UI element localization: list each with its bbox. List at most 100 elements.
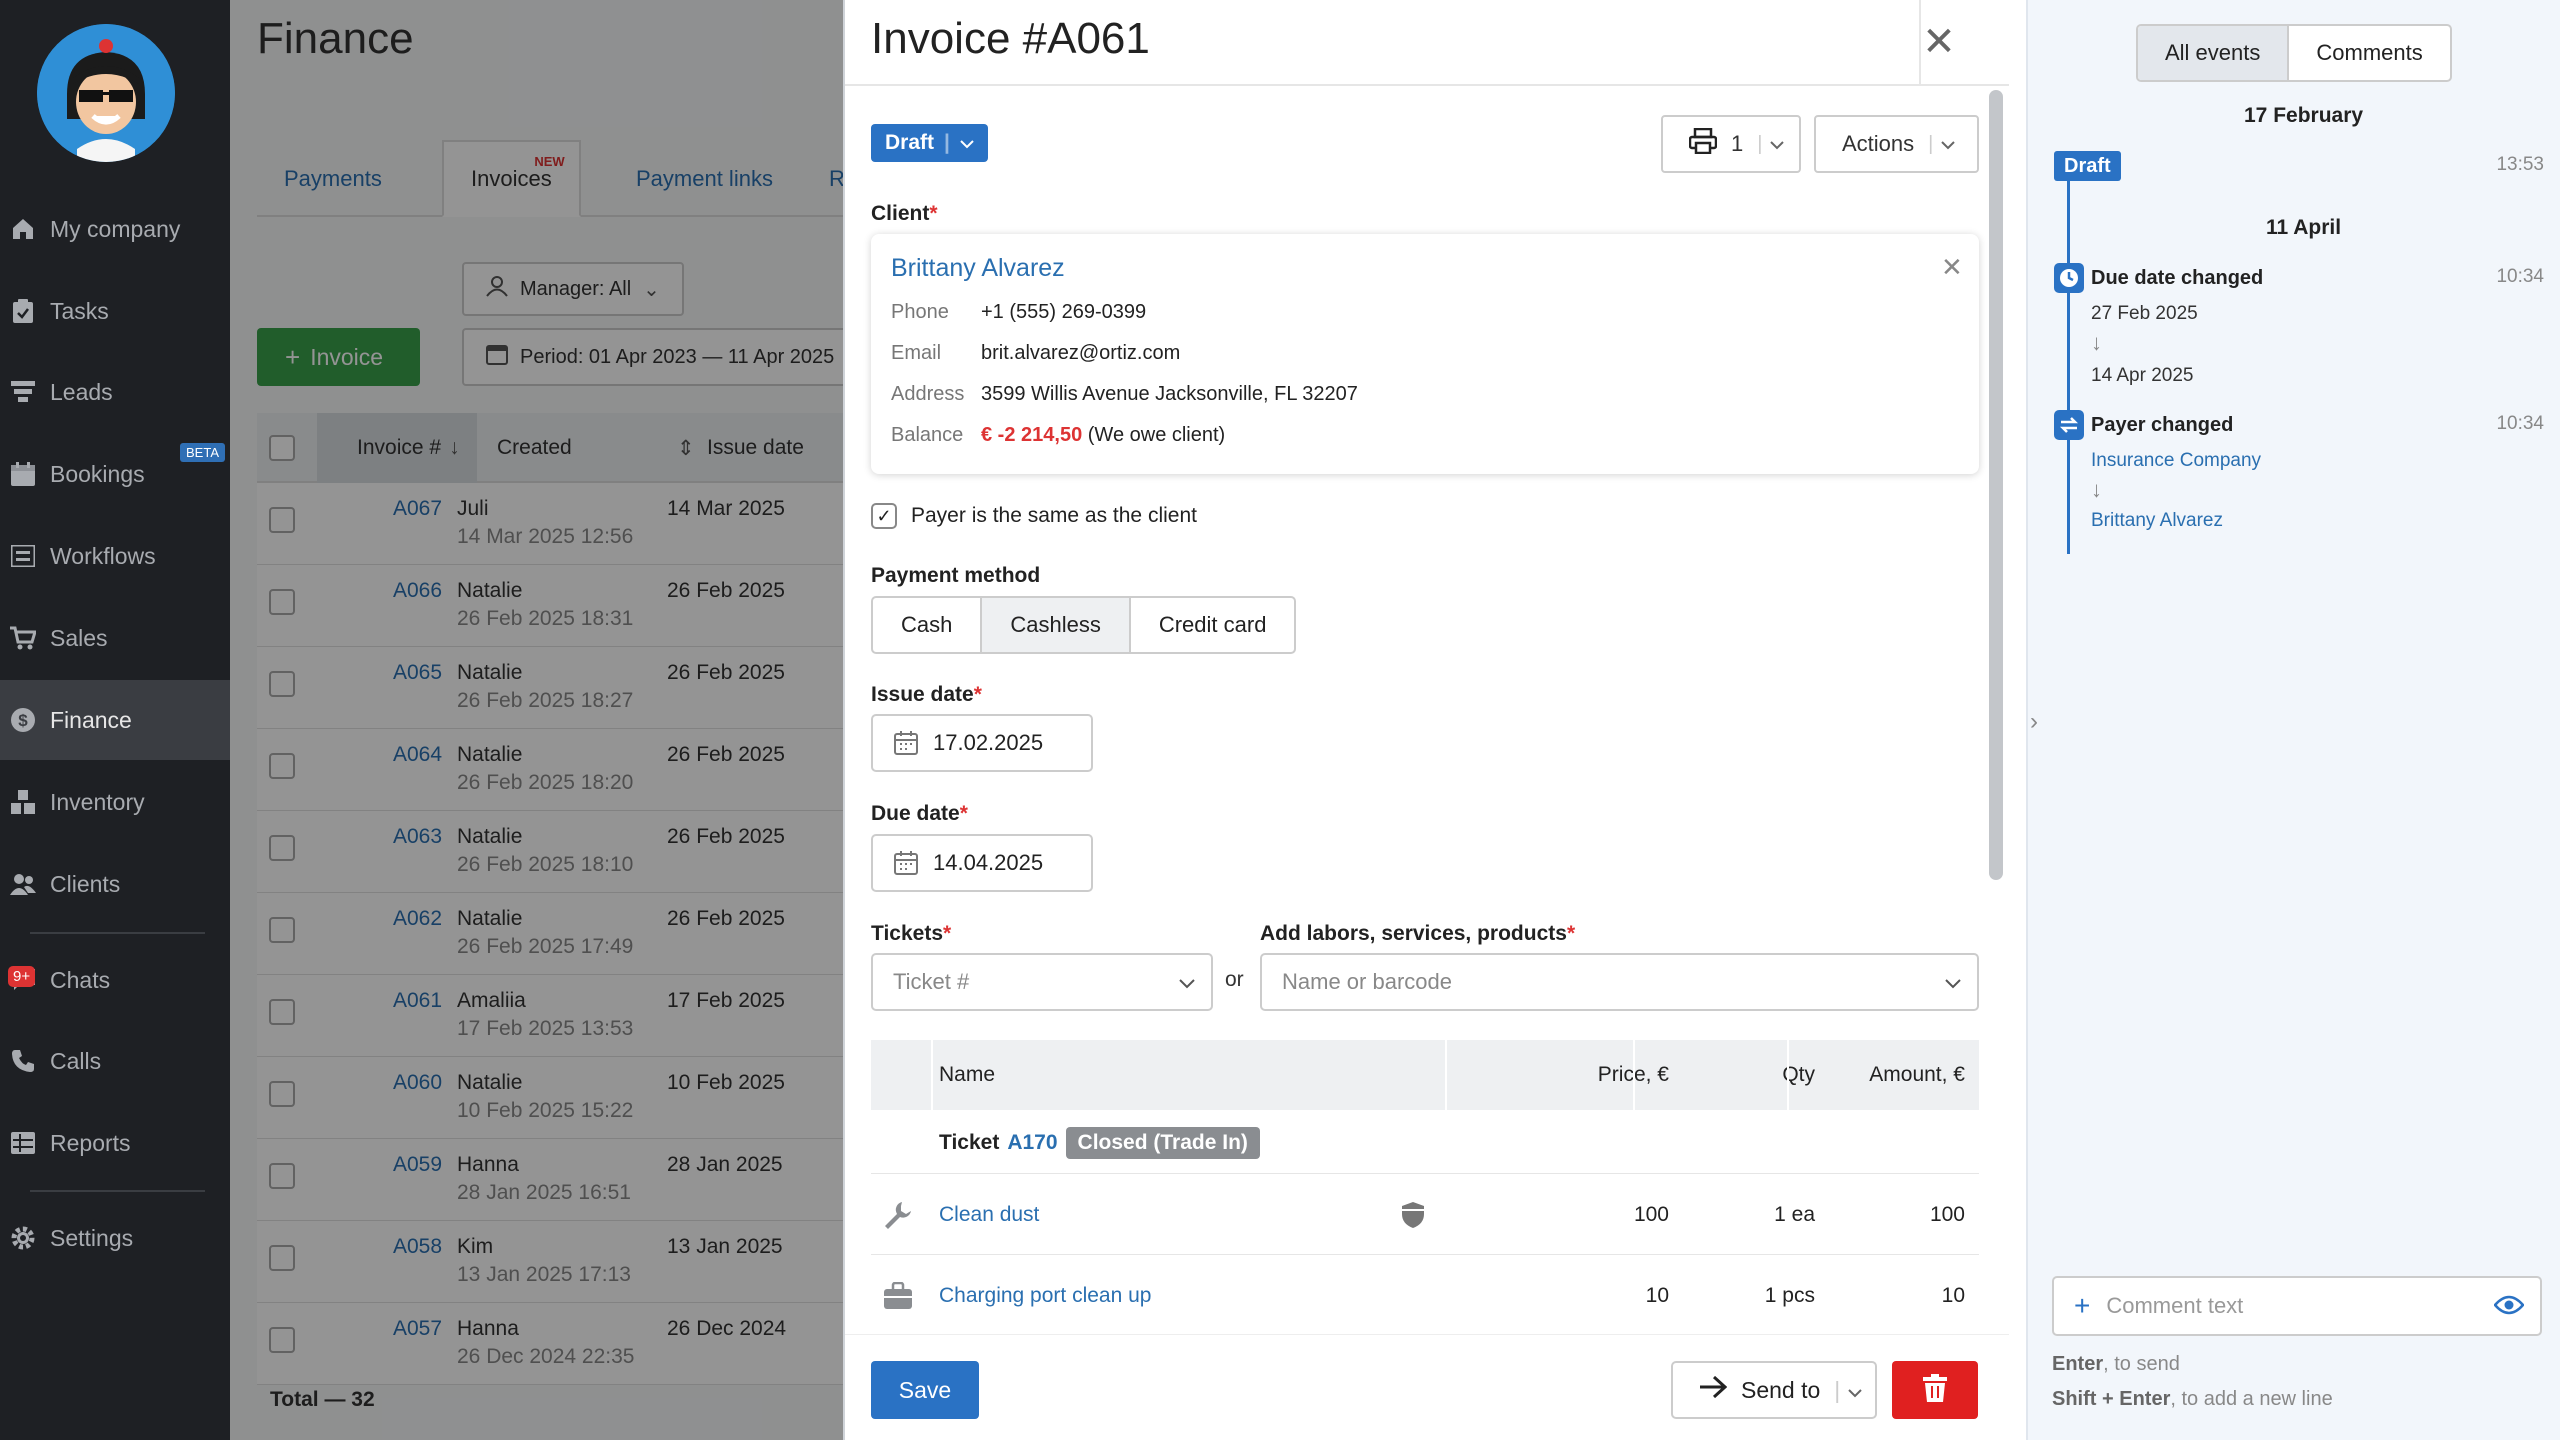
- save-button[interactable]: Save: [871, 1361, 979, 1419]
- invoice-row[interactable]: A063 Natalie 26 Feb 2025 18:10 26 Feb 2025: [257, 811, 845, 893]
- user-avatar[interactable]: [37, 24, 175, 162]
- created-at: 17 Feb 2025 13:53: [457, 1017, 634, 1040]
- nav-my-company[interactable]: My company: [0, 189, 230, 269]
- event-new-payer-link[interactable]: Brittany Alvarez: [2091, 510, 2223, 532]
- nav-leads[interactable]: Leads: [0, 352, 230, 432]
- nav-inventory[interactable]: Inventory: [0, 762, 230, 842]
- invoice-number-link[interactable]: A057: [322, 1317, 442, 1341]
- status-dropdown[interactable]: Draft |: [871, 124, 988, 162]
- invoice-row[interactable]: A057 Hanna 26 Dec 2024 22:35 26 Dec 2024: [257, 1303, 845, 1385]
- period-filter[interactable]: Period: 01 Apr 2023 — 11 Apr 2025: [462, 328, 845, 386]
- col-invoice-number[interactable]: Invoice # ↓: [317, 413, 477, 483]
- panel-divider: [2026, 0, 2028, 1440]
- tab-all-events[interactable]: All events: [2138, 26, 2290, 80]
- item-name-link[interactable]: Clean dust: [939, 1175, 1039, 1255]
- row-checkbox[interactable]: [269, 1327, 295, 1353]
- invoice-number-link[interactable]: A059: [322, 1153, 442, 1177]
- close-icon[interactable]: ✕: [1917, 20, 1961, 64]
- invoice-row[interactable]: A062 Natalie 26 Feb 2025 17:49 26 Feb 2025: [257, 893, 845, 975]
- ticket-number-link[interactable]: A170: [1007, 1131, 1057, 1155]
- col-created[interactable]: Created: [497, 413, 572, 483]
- invoice-row[interactable]: A066 Natalie 26 Feb 2025 18:31 26 Feb 2025: [257, 565, 845, 647]
- scrollbar-thumb[interactable]: [1989, 90, 2003, 880]
- tab-payments[interactable]: Payments: [257, 140, 409, 217]
- manager-filter[interactable]: Manager: All ⌄: [462, 262, 684, 316]
- invoice-row[interactable]: A061 Amaliia 17 Feb 2025 13:53 17 Feb 2025: [257, 975, 845, 1057]
- row-checkbox[interactable]: [269, 1081, 295, 1107]
- payment-cashless-option[interactable]: Cashless: [982, 598, 1131, 652]
- print-button[interactable]: 1 |: [1661, 115, 1801, 173]
- payer-same-checkbox[interactable]: ✓: [871, 503, 897, 529]
- item-name-link[interactable]: Charging port clean up: [939, 1256, 1151, 1336]
- payer-same-row[interactable]: ✓ Payer is the same as the client: [871, 503, 1197, 529]
- tab-payment-links[interactable]: Payment links: [609, 140, 800, 217]
- payment-credit-card-option[interactable]: Credit card: [1131, 598, 1295, 652]
- home-icon: [10, 216, 36, 242]
- invoice-number-link[interactable]: A058: [322, 1235, 442, 1259]
- actions-dropdown[interactable]: Actions |: [1814, 115, 1979, 173]
- nav-clients[interactable]: Clients: [0, 844, 230, 924]
- invoice-row[interactable]: A064 Natalie 26 Feb 2025 18:20 26 Feb 2025: [257, 729, 845, 811]
- invoice-number-link[interactable]: A064: [322, 743, 442, 767]
- issue-date-value: 17.02.2025: [933, 730, 1044, 755]
- send-to-button[interactable]: Send to |: [1671, 1361, 1877, 1419]
- event-old-payer-link[interactable]: Insurance Company: [2091, 450, 2261, 472]
- tab-invoices[interactable]: Invoices NEW: [442, 140, 581, 217]
- eye-icon[interactable]: [2493, 1294, 2525, 1322]
- printer-icon: [1688, 127, 1718, 160]
- due-date-label: Due date*: [871, 802, 968, 825]
- client-name-link[interactable]: Brittany Alvarez: [891, 254, 1065, 283]
- tab-refunds[interactable]: Refunds: [802, 140, 845, 217]
- nav-calls[interactable]: Calls: [0, 1021, 230, 1101]
- invoice-number-link[interactable]: A060: [322, 1071, 442, 1095]
- col-issue-date[interactable]: Issue date: [707, 413, 804, 483]
- invoice-row[interactable]: A065 Natalie 26 Feb 2025 18:27 26 Feb 2025: [257, 647, 845, 729]
- row-checkbox[interactable]: [269, 1245, 295, 1271]
- grid-icon: [10, 1130, 36, 1156]
- row-checkbox[interactable]: [269, 507, 295, 533]
- tab-comments[interactable]: Comments: [2289, 26, 2449, 80]
- nav-sales[interactable]: Sales: [0, 598, 230, 678]
- row-checkbox[interactable]: [269, 671, 295, 697]
- row-checkbox[interactable]: [269, 835, 295, 861]
- invoice-number-link[interactable]: A061: [322, 989, 442, 1013]
- invoice-number-link[interactable]: A066: [322, 579, 442, 603]
- payment-cash-option[interactable]: Cash: [873, 598, 983, 652]
- created-at: 26 Dec 2024 22:35: [457, 1345, 635, 1368]
- issue-date-input[interactable]: 17.02.2025: [871, 714, 1093, 772]
- issue-date: 26 Feb 2025: [667, 825, 785, 848]
- invoice-number-link[interactable]: A065: [322, 661, 442, 685]
- sort-icon[interactable]: ⇕: [677, 413, 695, 483]
- row-checkbox[interactable]: [269, 753, 295, 779]
- invoice-number-link[interactable]: A062: [322, 907, 442, 931]
- nav-finance[interactable]: $ Finance: [0, 680, 230, 760]
- timeline-line: [2067, 170, 2070, 554]
- row-checkbox[interactable]: [269, 1163, 295, 1189]
- invoice-row[interactable]: A058 Kim 13 Jan 2025 17:13 13 Jan 2025: [257, 1221, 845, 1303]
- nav-divider: [30, 1190, 205, 1192]
- ticket-select[interactable]: Ticket #: [871, 953, 1213, 1011]
- nav-tasks[interactable]: Tasks: [0, 271, 230, 351]
- row-checkbox[interactable]: [269, 917, 295, 943]
- invoice-row[interactable]: A059 Hanna 28 Jan 2025 16:51 28 Jan 2025: [257, 1139, 845, 1221]
- remove-client-icon[interactable]: ✕: [1941, 252, 1963, 283]
- chats-unread-badge: 9+: [8, 966, 36, 987]
- invoice-row[interactable]: A067 Juli 14 Mar 2025 12:56 14 Mar 2025: [257, 483, 845, 565]
- select-all-checkbox[interactable]: [269, 413, 295, 483]
- invoice-number-link[interactable]: A063: [322, 825, 442, 849]
- row-checkbox[interactable]: [269, 999, 295, 1025]
- created-by: Hanna: [457, 1153, 519, 1176]
- delete-button[interactable]: [1892, 1361, 1978, 1419]
- chevron-right-icon[interactable]: ›: [2030, 708, 2038, 736]
- invoice-number-link[interactable]: A067: [322, 497, 442, 521]
- invoice-row[interactable]: A060 Natalie 10 Feb 2025 15:22 10 Feb 2025: [257, 1057, 845, 1139]
- row-checkbox[interactable]: [269, 589, 295, 615]
- nav-settings[interactable]: Settings: [0, 1198, 230, 1278]
- nav-workflows[interactable]: Workflows: [0, 516, 230, 596]
- comment-input[interactable]: + Comment text: [2052, 1276, 2542, 1336]
- product-search-select[interactable]: Name or barcode: [1260, 953, 1979, 1011]
- client-phone: Phone +1 (555) 269-0399: [891, 301, 1147, 323]
- nav-reports[interactable]: Reports: [0, 1103, 230, 1183]
- add-invoice-button[interactable]: + Invoice: [257, 328, 420, 386]
- due-date-input[interactable]: 14.04.2025: [871, 834, 1093, 892]
